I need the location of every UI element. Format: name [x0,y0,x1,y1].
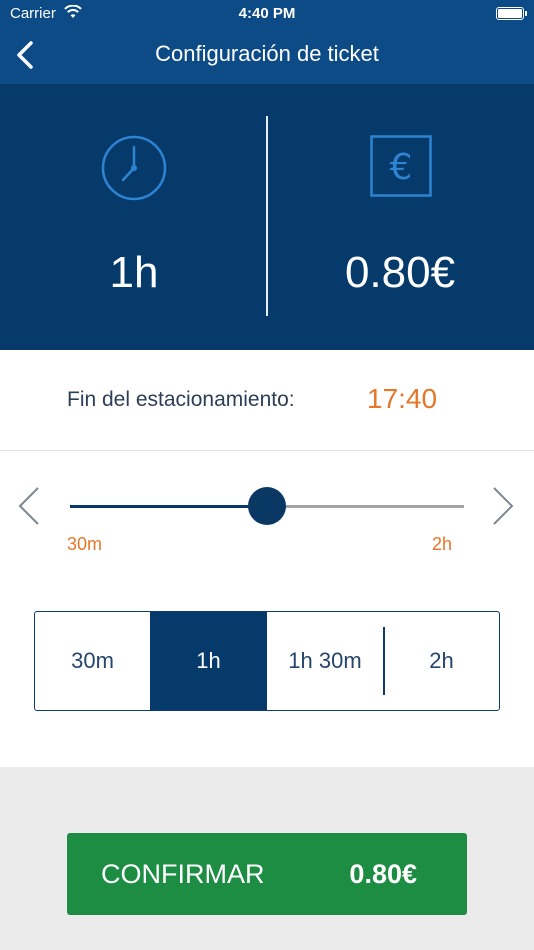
page-title: Configuración de ticket [155,41,379,66]
duration-slider-thumb[interactable] [248,487,286,525]
confirm-label: CONFIRMAR [101,859,265,889]
option-1h-30m[interactable]: 1h 30m [267,612,383,710]
duration-slider-fill [70,505,267,508]
euro-icon: € [370,135,432,197]
duration-value: 1h [109,248,159,297]
svg-text:€: € [390,147,413,188]
duration-options: 30m 1h 1h 30m 2h [34,611,500,711]
confirm-price: 0.80€ [349,859,417,889]
parking-end-label: Fin del estacionamiento: [67,388,295,411]
ticket-summary: 1h € 0.80€ [0,84,534,350]
price-value: 0.80€ [344,248,456,297]
option-2h[interactable]: 2h [385,612,498,710]
option-1h[interactable]: 1h [150,612,267,710]
battery-icon [496,7,527,20]
summary-divider [266,116,268,316]
status-time: 4:40 PM [238,5,296,22]
slider-min-label: 30m [67,534,103,554]
status-bar: Carrier 4:40 PM [0,0,534,28]
increase-chevron-icon[interactable] [490,485,516,527]
parking-end-row: Fin del estacionamiento: 17:40 [0,350,534,451]
slider-max-label: 2h [432,534,453,554]
parking-end-time: 17:40 [367,383,438,414]
option-30m[interactable]: 30m [35,612,150,710]
top-bar: Carrier 4:40 PM Configuración de ticket [0,0,534,84]
clock-icon [101,135,167,201]
confirm-button[interactable]: CONFIRMAR 0.80€ [67,833,467,915]
decrease-chevron-icon[interactable] [16,485,42,527]
